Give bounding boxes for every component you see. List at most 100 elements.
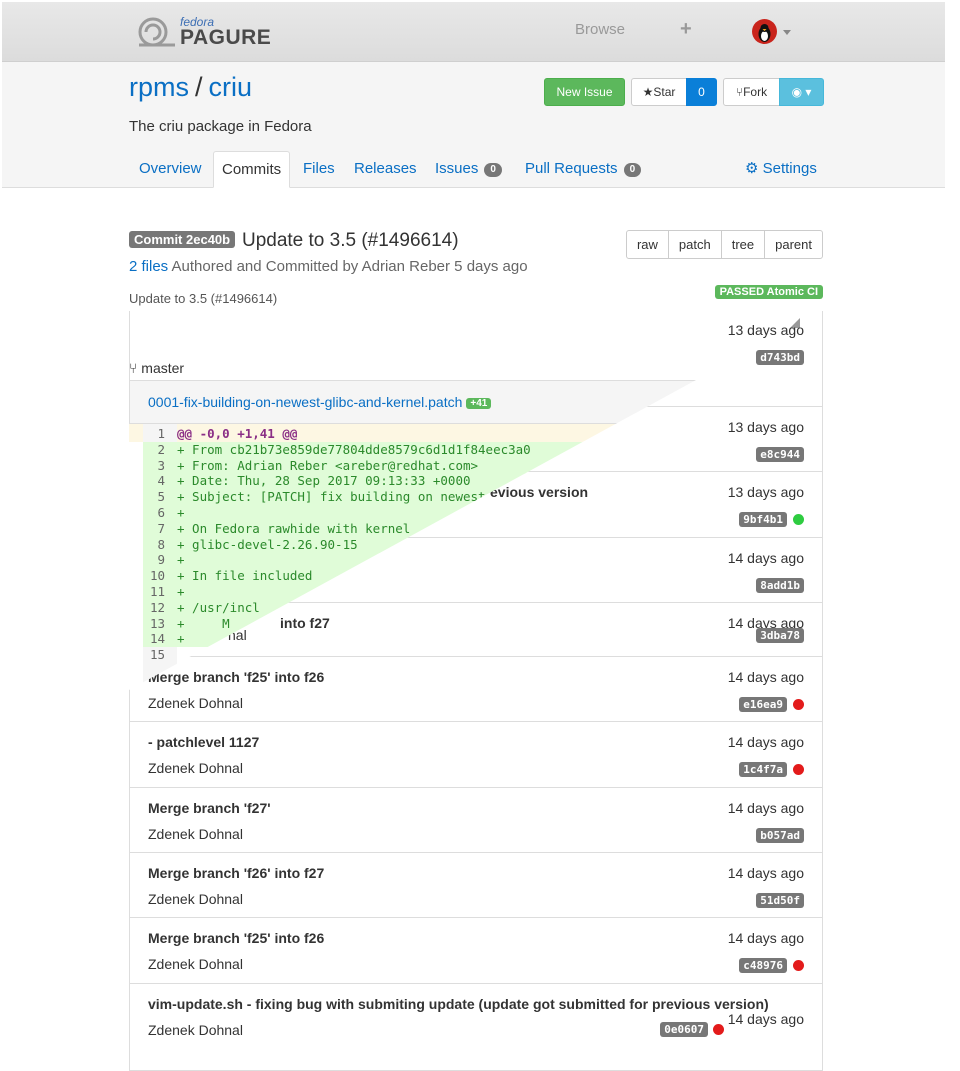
user-menu[interactable]: [752, 19, 792, 45]
line-number[interactable]: 13: [143, 616, 165, 631]
top-navbar: fedora PAGURE Browse +: [2, 2, 945, 62]
ci-status-dot-icon[interactable]: [793, 764, 804, 775]
new-plus-button[interactable]: +: [680, 18, 692, 41]
commit-subject-link[interactable]: Merge branch 'f26' into f27: [148, 865, 324, 881]
commit-hash-badge[interactable]: e8c944: [756, 447, 804, 462]
commit-hash-badge[interactable]: 9bf4b1: [739, 512, 787, 527]
ci-status-dot-icon[interactable]: [793, 514, 804, 525]
tab-files[interactable]: Files: [293, 151, 345, 188]
commit-subject-link[interactable]: vim-update.sh - fixing bug with submitin…: [148, 996, 769, 1012]
commit-hash-badge[interactable]: e16ea9: [739, 697, 787, 712]
raw-button[interactable]: raw: [625, 230, 669, 259]
title-separator: /: [195, 72, 203, 102]
commit-author: Zdenek Dohnal: [148, 956, 243, 972]
tab-label: Overview: [139, 160, 202, 177]
tab-overview[interactable]: Overview: [129, 151, 212, 188]
line-number[interactable]: 9: [143, 552, 165, 567]
commit-hash-badge[interactable]: 8add1b: [756, 578, 804, 593]
line-number[interactable]: 2: [143, 442, 165, 457]
commit-subject-link[interactable]: - patchlevel 1127: [148, 734, 259, 750]
line-number[interactable]: 12: [143, 600, 165, 615]
tab-releases[interactable]: Releases: [344, 151, 427, 188]
repo-name-link[interactable]: criu: [209, 72, 253, 102]
star-count[interactable]: 0: [686, 78, 717, 106]
ci-status-dot-icon[interactable]: [713, 1024, 724, 1035]
diff-file-link[interactable]: 0001-fix-building-on-newest-glibc-and-ke…: [148, 394, 462, 410]
tab-commits[interactable]: Commits: [213, 151, 291, 188]
line-number[interactable]: 3: [143, 458, 165, 473]
commit-subject-link[interactable]: evious version: [490, 484, 588, 500]
repo-description: The criu package in Fedora: [129, 118, 312, 135]
commit-meta: 2 files Authored and Committed by Adrian…: [129, 258, 528, 275]
tab-label: Settings: [762, 160, 817, 177]
commit-hash-badge[interactable]: 51d50f: [756, 893, 804, 908]
commit-hash-badge[interactable]: c48976: [739, 958, 787, 973]
patch-button[interactable]: patch: [667, 230, 722, 259]
tab-issues[interactable]: Issues 0: [425, 151, 512, 188]
namespace-link[interactable]: rpms: [129, 72, 189, 102]
ci-status-dot-icon[interactable]: [793, 699, 804, 710]
commit-row[interactable]: vim-update.sh - fixing bug with submitin…: [130, 983, 822, 1048]
commit-date: 14 days ago: [727, 800, 804, 816]
line-number[interactable]: 14: [143, 631, 165, 646]
ci-status-dot-icon[interactable]: [793, 960, 804, 971]
files-link[interactable]: 2 files: [129, 258, 168, 275]
fork-icon: ⑂: [735, 85, 744, 99]
ci-status-badge[interactable]: PASSED Atomic CI: [714, 285, 823, 299]
commit-subject-link[interactable]: Merge branch 'f27': [148, 800, 271, 816]
tab-settings[interactable]: ⚙ Settings: [735, 151, 827, 188]
commit-hash-badge[interactable]: 0e0607: [660, 1022, 708, 1037]
line-number[interactable]: 15: [143, 647, 165, 662]
new-issue-button[interactable]: New Issue: [544, 78, 625, 106]
commit-hash-badge[interactable]: 3dba78: [756, 628, 804, 643]
commit-row[interactable]: 13 days ago d743bd: [130, 310, 822, 375]
line-number[interactable]: 6: [143, 505, 165, 520]
repo-title: rpms / criu: [129, 72, 252, 103]
commit-subject-link[interactable]: Merge branch 'f25' into f26: [148, 669, 324, 685]
commit-date: 13 days ago: [727, 419, 804, 435]
branch-label: ⑂ master: [129, 360, 184, 376]
diff-code: + In file included: [177, 568, 313, 584]
tab-label: Files: [303, 160, 335, 177]
parent-button[interactable]: parent: [764, 230, 823, 259]
tab-label: Issues: [435, 160, 479, 177]
nav-browse-link[interactable]: Browse: [575, 21, 625, 38]
line-number[interactable]: 1: [143, 426, 165, 441]
snail-logo-icon: [138, 17, 175, 47]
commit-hash-badge[interactable]: 1c4f7a: [739, 762, 787, 777]
branch-name: master: [141, 360, 185, 376]
line-number[interactable]: 10: [143, 568, 165, 583]
commit-subject-link[interactable]: into f27: [280, 615, 330, 631]
diff-code: + From: Adrian Reber <areber@redhat.com>: [177, 457, 479, 473]
tab-label: Releases: [354, 160, 417, 177]
line-number[interactable]: 5: [143, 489, 165, 504]
fork-button[interactable]: ⑂Fork: [723, 78, 780, 106]
commit-author-line: Authored and Committed by Adrian Reber 5…: [168, 258, 528, 275]
commit-row[interactable]: Merge branch 'f25' into f26 Zdenek Dohnal…: [130, 917, 822, 982]
pagure-logo[interactable]: fedora PAGURE: [137, 15, 271, 49]
commit-date: 14 days ago: [727, 1011, 804, 1027]
tab-pull-requests[interactable]: Pull Requests 0: [515, 151, 651, 188]
line-number[interactable]: 7: [143, 521, 165, 536]
commit-row[interactable]: Merge branch 'f27' Zdenek Dohnal 14 days a…: [130, 787, 822, 852]
line-number[interactable]: 4: [143, 473, 165, 488]
diff-code: +: [177, 552, 185, 568]
commit-subject-link[interactable]: Merge branch 'f25' into f26: [148, 930, 324, 946]
commit-author: Zdenek Dohnal: [148, 1022, 243, 1038]
tree-button[interactable]: tree: [720, 230, 766, 259]
commit-hash-badge[interactable]: d743bd: [756, 350, 804, 365]
watch-dropdown-button[interactable]: ◉ ▾: [779, 78, 824, 106]
line-number[interactable]: 8: [143, 537, 165, 552]
lines-added-badge: +41: [466, 398, 492, 409]
commit-row[interactable]: - patchlevel 1127 Zdenek Dohnal 14 days ag…: [130, 721, 822, 786]
commit-hash-badge[interactable]: b057ad: [756, 828, 804, 843]
diff-code: + Date: Thu, 28 Sep 2017 09:13:33 +0000: [177, 473, 471, 489]
line-number[interactable]: 11: [143, 584, 165, 599]
fork-label: Fork: [743, 85, 768, 99]
star-button[interactable]: ★Star: [631, 78, 687, 106]
diff-code: +: [177, 631, 185, 647]
chevron-down-icon: [783, 30, 791, 35]
commit-row[interactable]: Merge branch 'f25' into f26 Zdenek Dohnal…: [130, 656, 822, 721]
commit-author: Zdenek Dohnal: [148, 695, 243, 711]
commit-row[interactable]: Merge branch 'f26' into f27 Zdenek Dohnal…: [130, 852, 822, 917]
